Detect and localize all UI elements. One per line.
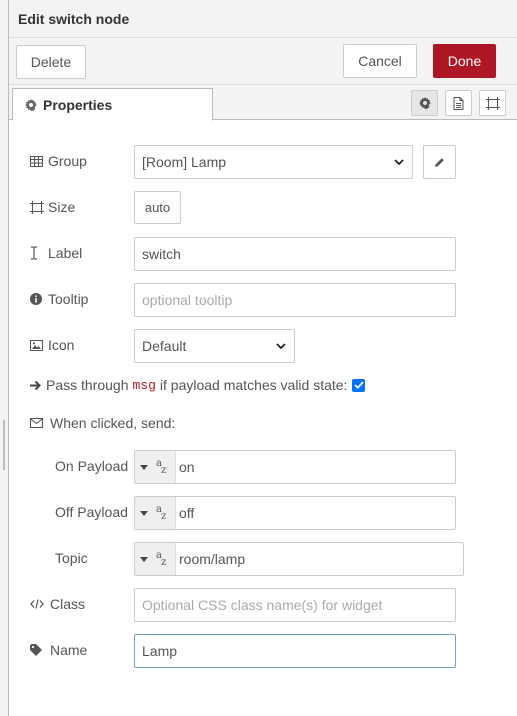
label-input[interactable]: switch [134,237,456,271]
group-select[interactable]: [Room] Lamp [134,145,413,179]
left-resize-handle[interactable] [3,420,5,470]
msg-code: msg [132,377,156,393]
info-icon [30,293,44,305]
cancel-button[interactable]: Cancel [343,44,417,78]
string-type-icon: az [156,504,167,522]
tab-properties-label: Properties [43,96,113,113]
off-payload-input[interactable]: az off [134,496,456,530]
on-payload-input[interactable]: az on [134,450,456,484]
tab-properties[interactable]: Properties [12,88,213,121]
size-button[interactable]: auto [134,191,181,224]
on-payload-label: On Payload [55,458,129,474]
on-payload-value: on [179,459,195,475]
topic-label: Topic [55,550,88,566]
envelope-icon [30,418,46,428]
pass-through-prefix: Pass through [46,377,129,393]
caret-down-icon [140,510,148,516]
off-payload-label: Off Payload [55,504,128,520]
tooltip-input[interactable]: optional tooltip [134,283,456,317]
frame-icon [485,96,500,110]
topic-value: room/lamp [179,551,246,567]
icon-select-value: Default [142,338,187,354]
text-cursor-icon [30,246,44,260]
pass-through-row: Pass through msg if payload matches vali… [30,377,366,393]
icon-label: Icon [30,337,74,353]
edit-tray: Edit switch node Delete Cancel Done Prop… [8,0,517,716]
tab-button-appearance[interactable] [479,90,506,116]
tab-button-properties[interactable] [411,90,438,116]
arrow-right-icon [30,380,42,391]
off-payload-type-button[interactable]: az [135,497,176,529]
name-input[interactable]: Lamp [134,634,456,668]
pencil-icon [434,157,445,168]
tray-title: Edit switch node [18,11,130,27]
group-select-value: [Room] Lamp [142,154,227,170]
class-input[interactable]: Optional CSS class name(s) for widget [134,588,456,622]
pass-through-checkbox[interactable] [352,378,366,392]
code-icon [30,599,46,609]
chevron-down-icon [276,343,286,349]
delete-button[interactable]: Delete [16,45,86,79]
image-icon [30,339,44,351]
tag-icon [30,644,46,656]
chevron-down-icon [394,159,404,165]
done-button[interactable]: Done [433,44,496,78]
group-label: Group [30,153,87,169]
class-label: Class [30,596,85,612]
string-type-icon: az [156,550,167,568]
label-label: Label [30,245,82,261]
resize-icon [30,200,44,214]
gear-icon [418,97,431,109]
gear-icon [25,98,37,111]
tooltip-label: Tooltip [30,291,88,307]
properties-form: Group [Room] Lamp Size auto Label switch… [9,121,517,716]
name-label: Name [30,642,87,658]
off-payload-value: off [179,505,195,521]
tab-bar: Properties [9,85,517,121]
edit-group-button[interactable] [423,145,456,179]
document-icon [453,96,464,110]
when-clicked-label: When clicked, send: [30,415,175,431]
icon-select[interactable]: Default [134,329,295,363]
string-type-icon: az [156,458,167,476]
pass-through-suffix: if payload matches valid state: [159,377,348,393]
tray-toolbar: Delete Cancel Done [9,38,517,85]
topic-type-button[interactable]: az [135,543,176,575]
caret-down-icon [140,556,148,562]
caret-down-icon [140,464,148,470]
topic-input[interactable]: az room/lamp [134,542,464,576]
size-label: Size [30,199,75,215]
tray-header: Edit switch node [9,0,517,38]
on-payload-type-button[interactable]: az [135,451,176,483]
table-icon [30,155,44,167]
tab-button-description[interactable] [445,90,472,116]
